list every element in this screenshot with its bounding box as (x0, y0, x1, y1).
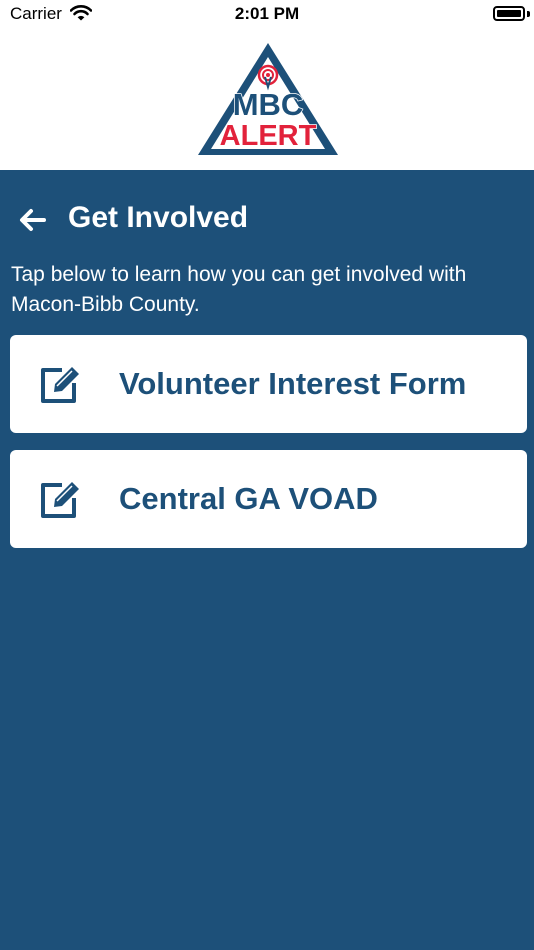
battery-cap (527, 11, 530, 17)
page-header: Get Involved (0, 198, 534, 242)
volunteer-interest-form-button[interactable]: Volunteer Interest Form (10, 335, 527, 433)
intro-text: Tap below to learn how you can get invol… (11, 263, 467, 316)
battery-icon (493, 6, 525, 21)
central-ga-voad-button[interactable]: Central GA VOAD (10, 450, 527, 548)
clock: 2:01 PM (234, 4, 300, 23)
page-title: Get Involved (68, 201, 249, 234)
link-label: Central GA VOAD (119, 481, 378, 516)
arrow-left-icon[interactable] (16, 206, 50, 234)
link-label: Volunteer Interest Form (119, 366, 467, 401)
edit-icon (41, 367, 79, 403)
app-header: Carrier 2:01 PM MBC ALERT (0, 0, 534, 170)
logo-alert-text: ALERT (220, 120, 317, 152)
mbc-alert-logo: MBC ALERT (198, 43, 338, 155)
status-bar: Carrier 2:01 PM (0, 0, 534, 30)
logo-mbc-text: MBC (233, 87, 304, 122)
edit-icon (41, 482, 79, 518)
